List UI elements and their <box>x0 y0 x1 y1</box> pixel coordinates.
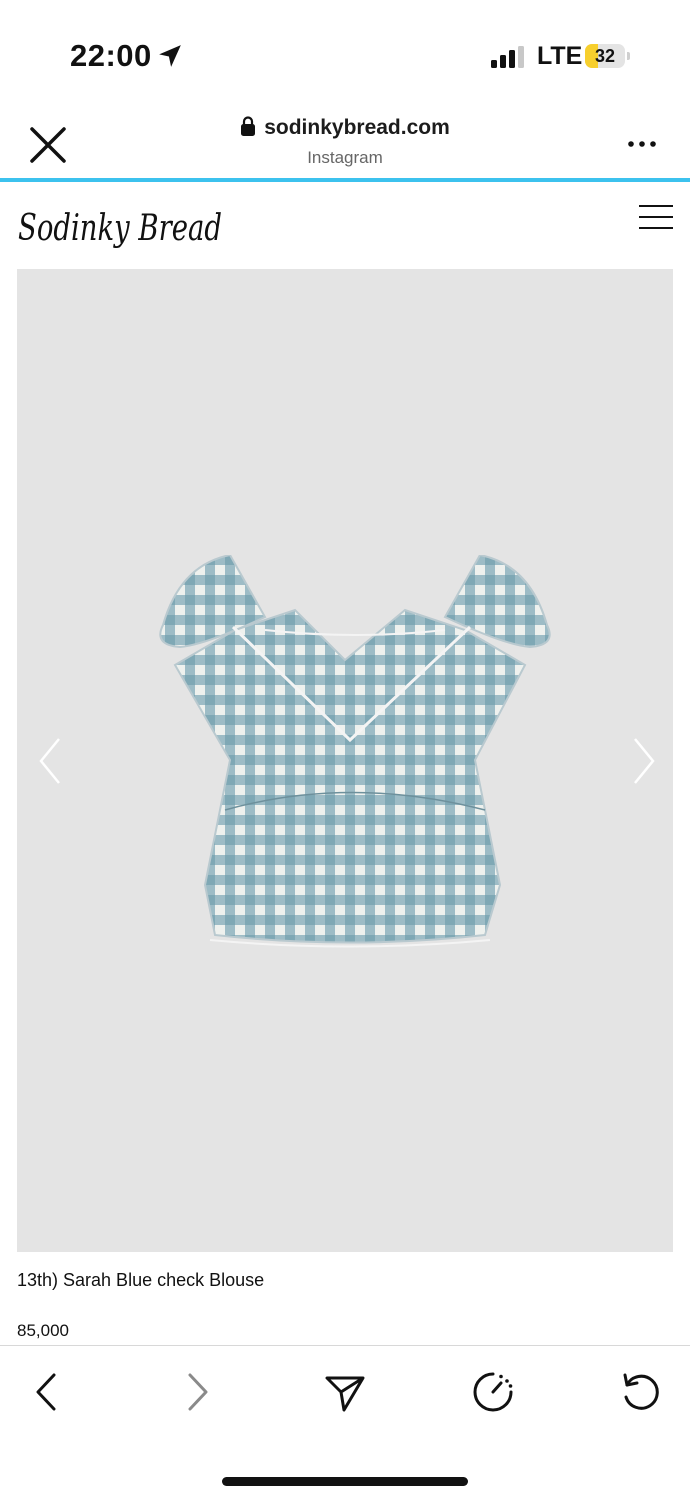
source-label: Instagram <box>307 148 383 167</box>
lock-icon <box>241 116 256 136</box>
chevron-right-icon[interactable] <box>629 735 659 787</box>
battery-level: 32 <box>594 46 616 66</box>
url-display[interactable]: sodinkybread.com <box>0 116 690 140</box>
share-send-icon[interactable] <box>322 1369 368 1415</box>
url-text: sodinkybread.com <box>264 116 450 139</box>
product-image[interactable] <box>17 269 673 1252</box>
network-type: LTE <box>537 42 583 70</box>
speed-timer-icon[interactable] <box>470 1369 516 1415</box>
svg-text:Sodinky Bread: Sodinky Bread <box>18 208 222 249</box>
product-name[interactable]: 13th) Sarah Blue check Blouse <box>17 1270 264 1291</box>
browser-toolbar <box>0 1345 690 1501</box>
status-time: 22:00 <box>70 38 152 73</box>
chevron-left-icon[interactable] <box>35 735 65 787</box>
in-app-browser-bar <box>0 100 690 182</box>
cellular-signal-icon <box>491 46 524 68</box>
back-arrow-icon[interactable] <box>24 1369 70 1415</box>
forward-arrow-icon[interactable] <box>174 1369 220 1415</box>
battery-icon: 32 <box>585 44 631 68</box>
brand-logo[interactable]: Sodinky Bread <box>16 196 226 256</box>
more-dots-icon[interactable] <box>626 130 658 158</box>
location-arrow-icon <box>159 45 181 67</box>
home-indicator <box>222 1477 468 1486</box>
gingham-blouse-image <box>159 555 551 948</box>
refresh-icon[interactable] <box>618 1369 664 1415</box>
status-bar: 22:00 LTE 32 <box>0 0 690 100</box>
hamburger-menu-icon[interactable] <box>638 204 674 232</box>
product-price: 85,000 <box>17 1321 69 1340</box>
